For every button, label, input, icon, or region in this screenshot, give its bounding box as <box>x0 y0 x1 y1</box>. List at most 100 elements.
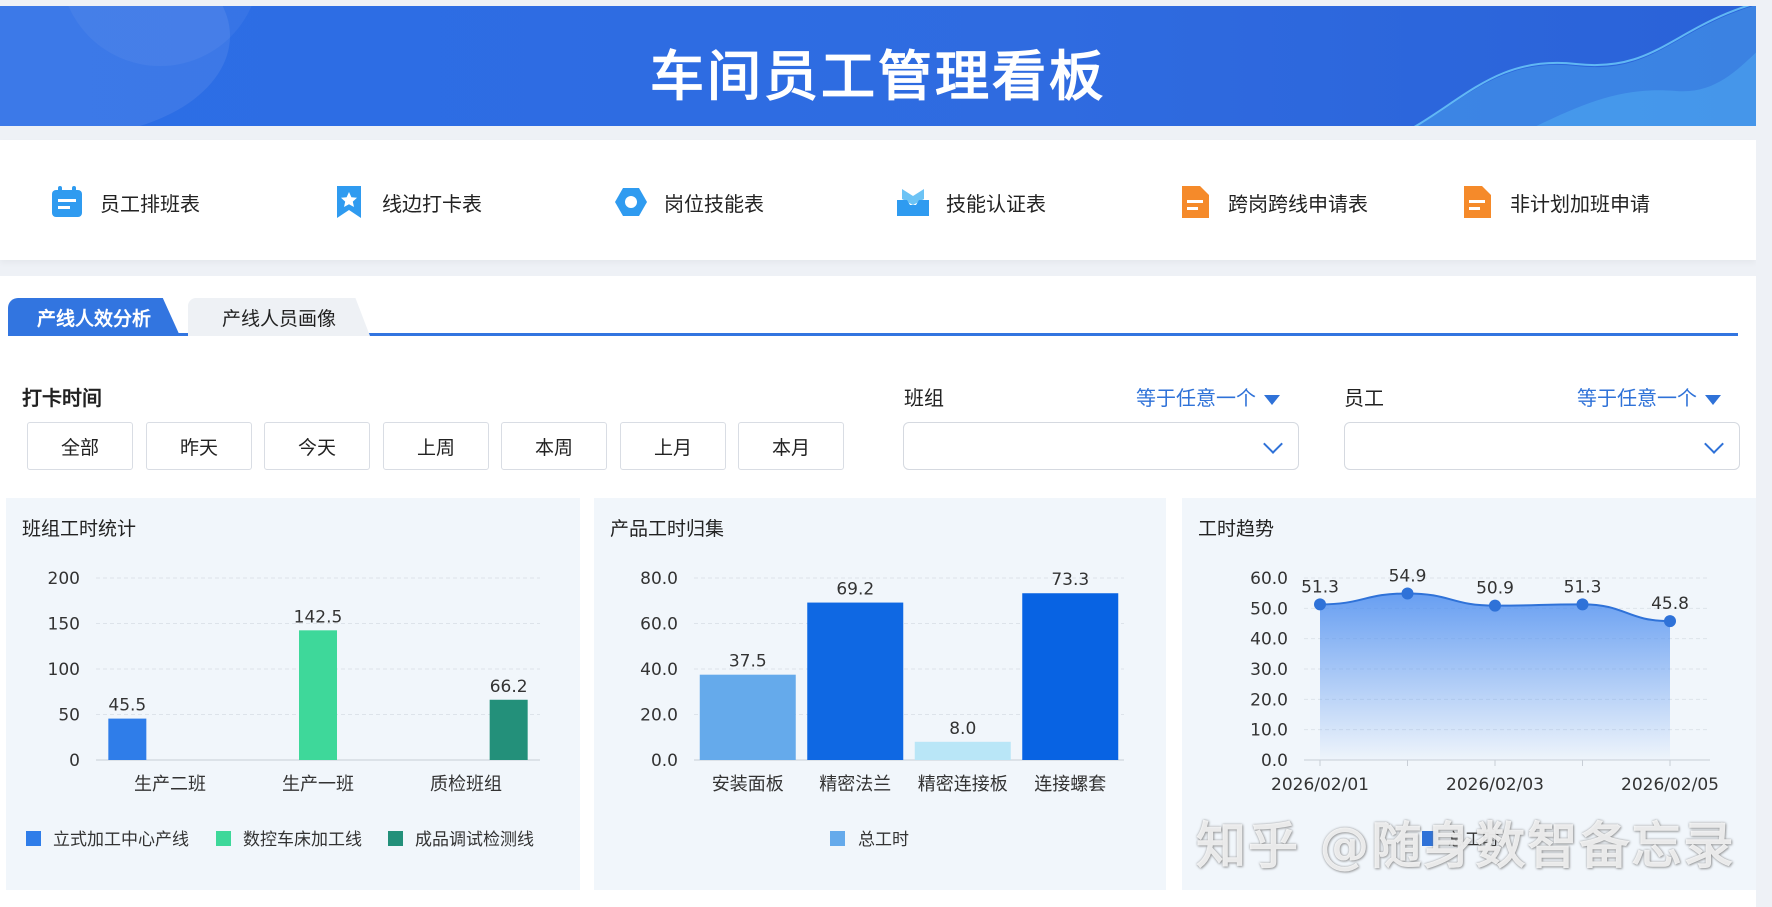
data-label: 54.9 <box>1389 566 1427 586</box>
calendar-icon <box>52 186 82 217</box>
document-icon <box>1464 186 1491 218</box>
quicklink-label: 员工排班表 <box>100 191 200 216</box>
hexagon-icon <box>615 188 647 216</box>
watermark: 知乎 @随身数智备忘录 <box>1196 817 1736 875</box>
data-point <box>1489 599 1501 612</box>
y-tick-label: 20.0 <box>1250 690 1288 710</box>
time-filter-this-week-button[interactable]: 本周 <box>501 422 607 470</box>
team-filter-label: 班组 <box>904 386 944 410</box>
quicklink-schedule[interactable]: 员工排班表 <box>50 184 200 220</box>
legend-swatch <box>388 831 403 846</box>
product-hours-card: 产品工时归集 0.0 20.0 40.0 60.0 80.0 37.5 安装面板 69.2 精密… <box>594 498 1166 890</box>
employee-filter-label: 员工 <box>1344 386 1384 410</box>
team-filter-operator[interactable]: 等于任意一个 <box>1136 382 1280 411</box>
data-point <box>1401 587 1414 600</box>
tab-bar: 产线人效分析 产线人员画像 <box>8 298 1738 336</box>
legend-label: 数控车床加工线 <box>243 830 362 850</box>
inbox-tray-icon <box>897 189 929 216</box>
time-filter-yesterday-button[interactable]: 昨天 <box>146 422 252 470</box>
data-label: 66.2 <box>490 677 528 697</box>
employee-select[interactable] <box>1344 422 1740 470</box>
employee-filter-operator[interactable]: 等于任意一个 <box>1577 382 1721 411</box>
data-label: 142.5 <box>294 607 343 627</box>
y-tick-label: 200 <box>48 569 80 589</box>
x-tick-label: 2026/02/01 <box>1271 775 1369 795</box>
quicklink-crossline[interactable]: 跨岗跨线申请表 <box>1178 184 1368 220</box>
team-select[interactable] <box>903 422 1299 470</box>
legend-swatch <box>830 831 845 846</box>
legend-swatch <box>216 831 231 846</box>
y-tick-label: 10.0 <box>1250 721 1288 741</box>
document-icon <box>1182 186 1209 218</box>
team-hours-card: 班组工时统计 0 50 100 150 200 生产二班 45.5 生产一班 142.5 质检班组… <box>6 498 580 890</box>
product-hours-chart: 0.0 20.0 40.0 60.0 80.0 37.5 安装面板 69.2 精密法兰 8.0 精密… <box>640 569 1124 850</box>
y-tick-label: 40.0 <box>1250 630 1288 650</box>
y-tick-label: 50.0 <box>1250 599 1288 619</box>
quicklink-label: 技能认证表 <box>946 191 1046 216</box>
bookmark-star-icon <box>337 186 361 218</box>
data-label: 69.2 <box>836 580 874 600</box>
x-tick-label: 2026/02/03 <box>1446 775 1544 795</box>
data-label: 45.5 <box>108 696 146 716</box>
time-filter-all-button[interactable]: 全部 <box>27 422 133 470</box>
y-tick-label: 60.0 <box>1250 569 1288 589</box>
y-tick-label: 20.0 <box>640 706 678 726</box>
data-label: 51.3 <box>1301 577 1339 597</box>
data-label: 8.0 <box>949 719 976 739</box>
data-label: 73.3 <box>1051 570 1089 590</box>
header-banner: 车间员工管理看板 <box>0 6 1756 126</box>
y-tick-label: 0 <box>69 751 80 771</box>
bar <box>1022 593 1119 760</box>
x-tick-label: 生产二班 <box>134 774 206 795</box>
y-tick-label: 40.0 <box>640 660 678 680</box>
scrollbar[interactable] <box>1756 0 1772 907</box>
time-filter-today-button[interactable]: 今天 <box>264 422 370 470</box>
quicklink-label: 岗位技能表 <box>664 191 764 216</box>
x-tick-label: 连接螺套 <box>1034 774 1106 795</box>
clock-time-label: 打卡时间 <box>22 386 102 410</box>
y-tick-label: 0.0 <box>1261 751 1288 771</box>
x-tick-label: 生产一班 <box>282 774 354 795</box>
x-tick-label: 精密法兰 <box>819 774 891 795</box>
chevron-down-icon <box>1263 434 1283 454</box>
bar <box>807 602 904 760</box>
time-filter-this-month-button[interactable]: 本月 <box>738 422 844 470</box>
team-filter-operator-text: 等于任意一个 <box>1136 386 1256 410</box>
tab-staff-profile[interactable]: 产线人员画像 <box>188 298 370 336</box>
data-label: 37.5 <box>729 652 767 672</box>
data-point <box>1314 598 1326 611</box>
legend-label: 立式加工中心产线 <box>53 830 189 850</box>
quicklink-label: 非计划加班申请 <box>1510 191 1650 216</box>
legend-label: 总工时 <box>858 830 909 850</box>
legend-swatch <box>26 831 41 846</box>
bar <box>108 718 147 760</box>
employee-filter-operator-text: 等于任意一个 <box>1577 386 1697 410</box>
x-tick-label: 精密连接板 <box>918 774 1008 795</box>
x-tick-label: 质检班组 <box>430 774 502 795</box>
quicklink-certification[interactable]: 技能认证表 <box>896 184 1046 220</box>
bar <box>914 741 1011 760</box>
quicklinks-bar: 员工排班表 线边打卡表 岗位技能表 技能认证表 跨岗跨线申请表 非计划加班申请 <box>0 140 1756 260</box>
quicklink-label: 线边打卡表 <box>382 191 482 216</box>
chevron-down-icon <box>1704 434 1724 454</box>
caret-down-icon <box>1705 394 1721 405</box>
legend-label: 成品调试检测线 <box>415 830 534 850</box>
quicklink-skills[interactable]: 岗位技能表 <box>614 184 764 220</box>
page-title: 车间员工管理看板 <box>650 45 1106 108</box>
time-filter-last-week-button[interactable]: 上周 <box>383 422 489 470</box>
y-tick-label: 0.0 <box>651 751 678 771</box>
y-tick-label: 50 <box>58 706 80 726</box>
data-label: 45.8 <box>1651 594 1689 614</box>
data-point <box>1576 598 1589 611</box>
data-point <box>1664 615 1676 628</box>
quicklink-overtime[interactable]: 非计划加班申请 <box>1460 184 1650 220</box>
time-filter-last-month-button[interactable]: 上月 <box>620 422 726 470</box>
bar <box>299 630 337 760</box>
quicklink-clockin[interactable]: 线边打卡表 <box>332 184 482 220</box>
team-hours-chart: 0 50 100 150 200 生产二班 45.5 生产一班 142.5 质检班组 66.2 立式加… <box>26 569 540 850</box>
caret-down-icon <box>1264 394 1280 405</box>
y-tick-label: 100 <box>48 660 80 680</box>
area-fill <box>1320 593 1670 760</box>
x-tick-label: 2026/02/05 <box>1621 775 1719 795</box>
tab-efficiency-analysis[interactable]: 产线人效分析 <box>8 298 180 336</box>
